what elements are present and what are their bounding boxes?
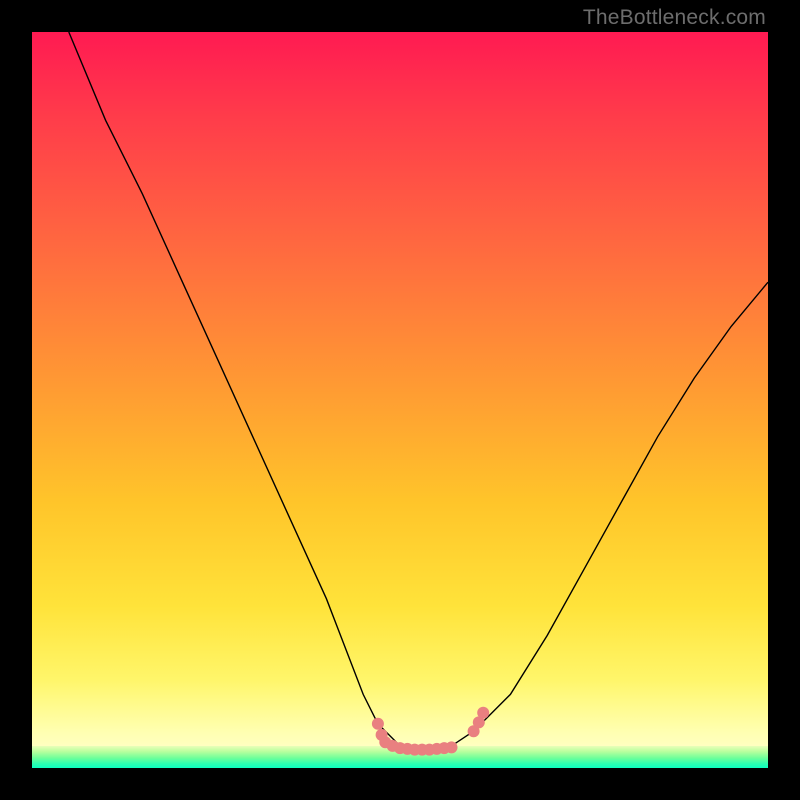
- curve-markers: [372, 707, 489, 756]
- bottleneck-curve-svg: [32, 32, 768, 768]
- bottleneck-curve-line: [69, 32, 768, 750]
- plot-area: [32, 32, 768, 768]
- curve-marker: [372, 718, 384, 730]
- curve-marker: [477, 707, 489, 719]
- curve-marker: [446, 741, 458, 753]
- attribution-text: TheBottleneck.com: [583, 6, 766, 30]
- chart-frame: TheBottleneck.com: [0, 0, 800, 800]
